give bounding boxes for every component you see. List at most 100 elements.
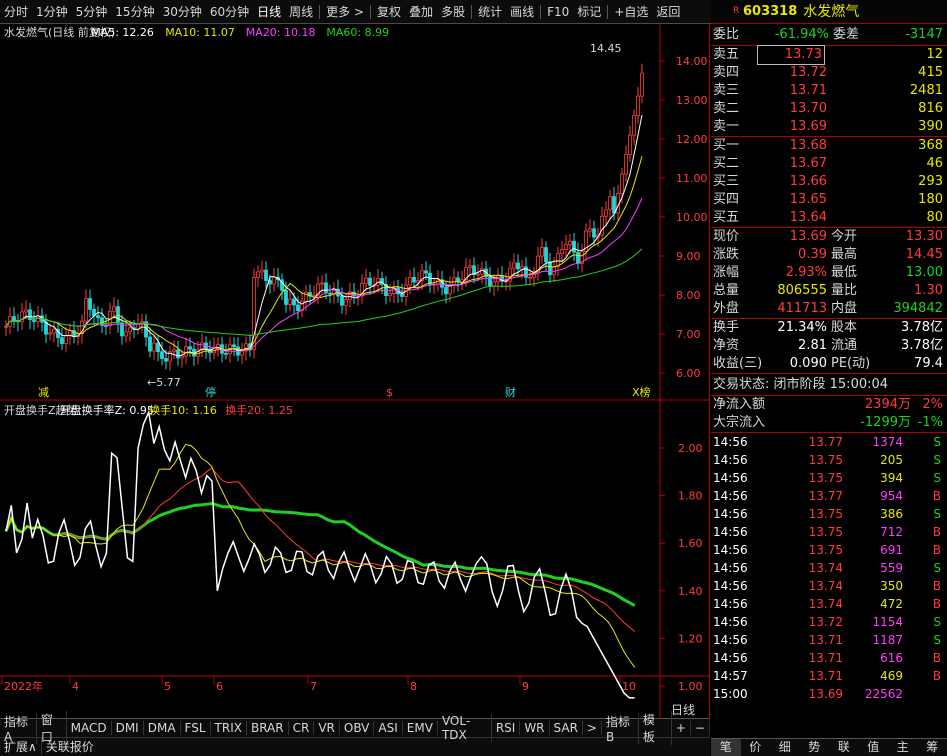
candle-body (476, 273, 480, 276)
quote-tab-3[interactable]: 势 (800, 739, 830, 756)
candle-body (544, 247, 548, 263)
indicator-tab-14[interactable]: RSI (492, 721, 521, 735)
bid-price[interactable]: 13.67 (761, 155, 827, 173)
stat-label: 现价 (713, 229, 740, 244)
tick-row: 14:56 13.75 691 B (711, 541, 947, 559)
toolbar-item-7[interactable]: 周线 (285, 0, 317, 24)
indicator-tab-3[interactable]: DMI (112, 721, 144, 735)
candle-body (68, 330, 72, 336)
toolbar-item-2[interactable]: 5分钟 (72, 0, 112, 24)
candle-body (344, 299, 348, 306)
bid-volume: 180 (918, 192, 943, 207)
stat-label: 内盘 (831, 301, 858, 316)
event-marker: 减 (38, 386, 49, 399)
toolbar-item-8[interactable]: 更多 > (322, 0, 368, 24)
indicator-tab-5[interactable]: FSL (181, 721, 211, 735)
indicator-tab-19[interactable]: 模 板 (639, 711, 672, 745)
candle-body (612, 196, 616, 214)
bid-price[interactable]: 13.64 (761, 209, 827, 227)
ask-price[interactable]: 13.71 (761, 82, 827, 100)
toolbar-item-1[interactable]: 1分钟 (32, 0, 72, 24)
tick-price: 13.69 (808, 687, 843, 701)
net-inflow-label: 净流入额 (713, 397, 766, 412)
quote-tab-7[interactable]: 筹 (918, 739, 947, 756)
candle-body (412, 276, 416, 283)
bid-price[interactable]: 13.68 (761, 137, 827, 155)
toolbar-separator (319, 4, 321, 19)
candle-body (88, 298, 92, 310)
toolbar-item-17[interactable]: 返回 (652, 0, 684, 24)
toolbar-item-12[interactable]: 统计 (474, 0, 506, 24)
tick-volume: 616 (880, 651, 903, 665)
candle-body (264, 269, 268, 281)
candle-body (548, 261, 552, 276)
weicha-value: -3147 (905, 26, 943, 42)
tick-time: 14:56 (713, 561, 748, 575)
indicator-10-legend: 换手10: 1.16 (149, 403, 217, 417)
indicator-tab-4[interactable]: DMA (144, 721, 181, 735)
indicator-tab-16[interactable]: SAR (550, 721, 583, 735)
bid-volume: 46 (926, 156, 943, 171)
candle-body (284, 289, 288, 305)
toolbar-item-15[interactable]: 标记 (573, 0, 605, 24)
indicator-tab-10[interactable]: OBV (340, 721, 375, 735)
indicator-tab-11[interactable]: ASI (374, 721, 403, 735)
toolbar-item-6[interactable]: 日线 (253, 0, 285, 24)
toolbar-item-5[interactable]: 60分钟 (206, 0, 253, 24)
quote-tab-2[interactable]: 细 (770, 739, 800, 756)
tick-side: S (933, 633, 941, 647)
quote-tab-4[interactable]: 联 (829, 739, 859, 756)
related-quote-button[interactable]: 关联报价 (42, 738, 98, 755)
bid-price[interactable]: 13.66 (761, 173, 827, 191)
weibi-value: -61.94% (774, 26, 829, 42)
ask-price[interactable]: 13.69 (761, 118, 827, 136)
bid-row: 买二 13.67 46 (711, 155, 947, 173)
indicator-tab-8[interactable]: CR (289, 721, 315, 735)
candle-body (296, 304, 300, 312)
stats-block: 现价 13.69 今开 13.30 涨跌 0.39 最高 14.45 涨幅 2.93% 最低 13.0… (711, 228, 947, 319)
ask-price[interactable]: 13.72 (761, 64, 827, 82)
indicator-tab-15[interactable]: WR (520, 721, 550, 735)
quote-tab-0[interactable]: 笔 (711, 739, 741, 756)
candle-body (32, 319, 36, 322)
indicator-tab-7[interactable]: BRAR (247, 721, 289, 735)
quote-tab-6[interactable]: 主 (888, 739, 918, 756)
indicator-tab-9[interactable]: VR (314, 721, 340, 735)
toolbar-item-13[interactable]: 画线 (506, 0, 538, 24)
candle-body (388, 293, 392, 297)
indicator-tab-18[interactable]: 指标B (602, 712, 639, 744)
indicator-tab-13[interactable]: VOL-TDX (438, 714, 492, 742)
toolbar-item-9[interactable]: 复权 (373, 0, 405, 24)
trade-state-text: 交易状态: 闭市阶段 15:00:04 (713, 376, 889, 392)
toolbar-item-10[interactable]: 叠加 (405, 0, 437, 24)
ask-volume: 390 (918, 119, 943, 134)
quote-tab-1[interactable]: 价 (741, 739, 771, 756)
indicator-tab-20[interactable]: + (672, 721, 691, 735)
toolbar-item-14[interactable]: F10 (543, 0, 573, 24)
candle-body (444, 286, 448, 295)
bid-price[interactable]: 13.65 (761, 191, 827, 209)
toolbar-item-0[interactable]: 分时 (0, 0, 32, 24)
candle-body (24, 309, 28, 313)
indicator-tab-6[interactable]: TRIX (211, 721, 247, 735)
ma10-legend: MA10: 11.07 (165, 26, 235, 39)
indicator-tab-2[interactable]: MACD (67, 721, 112, 735)
expand-button[interactable]: 扩展∧ (0, 738, 42, 755)
toolbar-item-3[interactable]: 15分钟 (111, 0, 158, 24)
ask-price[interactable]: 13.73 (757, 45, 825, 65)
toolbar-item-16[interactable]: +自选 (610, 0, 652, 24)
stat-row: 涨幅 2.93% 最低 13.00 (711, 264, 947, 282)
stat-label: 最低 (831, 265, 858, 280)
kline-chart[interactable]: 水发燃气(日线 前复权)MA5: 12.26 MA10: 11.07 MA20: 1… (0, 24, 710, 718)
indicator-y-label: 1.20 (678, 632, 703, 645)
ask-price[interactable]: 13.70 (761, 100, 827, 118)
indicator-tab-21[interactable]: − (691, 721, 710, 735)
toolbar-item-4[interactable]: 30分钟 (159, 0, 206, 24)
toolbar-item-11[interactable]: 多股 (437, 0, 469, 24)
tick-list[interactable]: 14:56 13.77 1374 S 14:56 13.75 205 S 14:56 13.75 3… (711, 433, 947, 703)
x-tick-label: 8 (410, 680, 417, 693)
quote-tab-5[interactable]: 值 (859, 739, 889, 756)
indicator-tab-17[interactable]: > (583, 721, 602, 735)
tick-side: B (932, 669, 941, 683)
indicator-tab-12[interactable]: EMV (403, 721, 438, 735)
